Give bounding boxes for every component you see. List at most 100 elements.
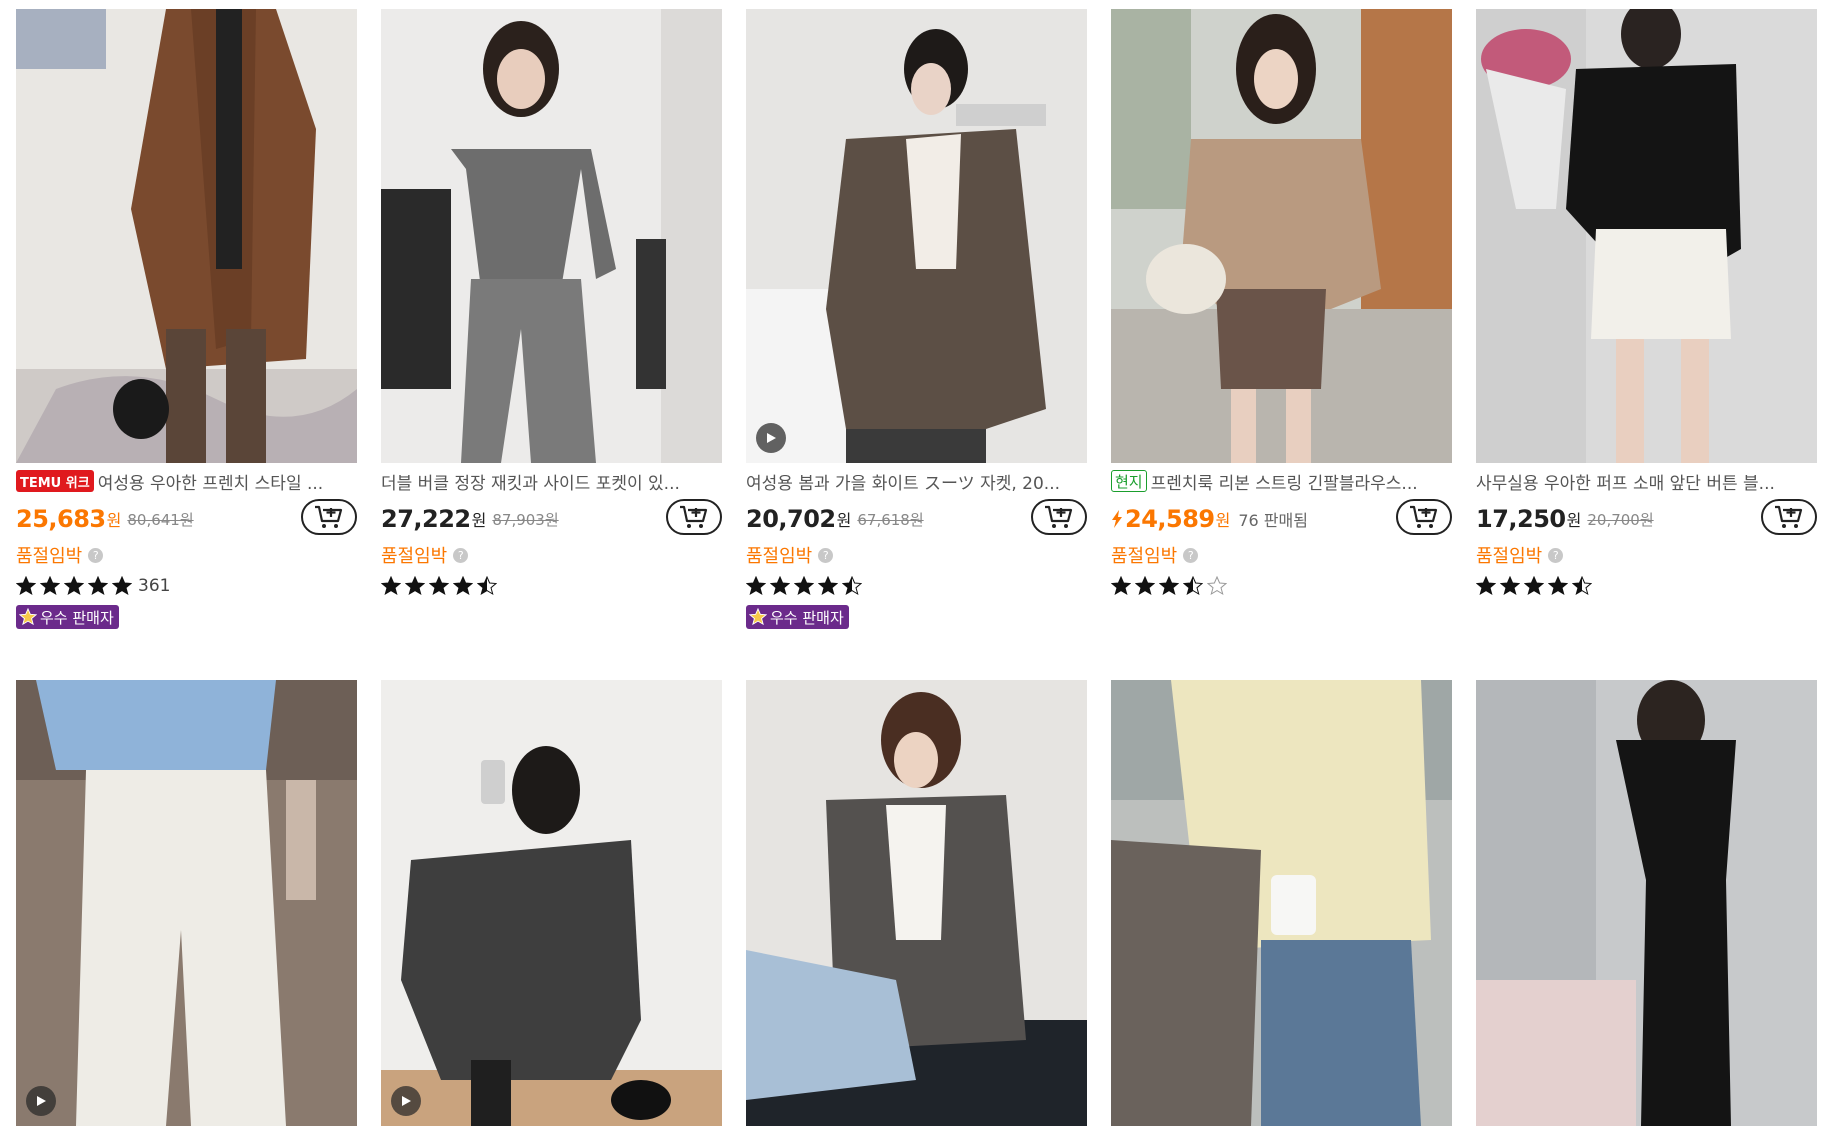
star-icon (1159, 576, 1179, 596)
rating: 361 (16, 571, 357, 601)
price: 25,683 (16, 505, 106, 533)
star-icon (1548, 576, 1568, 596)
review-count: 361 (138, 576, 171, 596)
product-image[interactable] (381, 680, 722, 1126)
original-price: 80,641원 (127, 510, 194, 529)
product-card[interactable]: 여성용 봄과 가을 화이트 スーツ 자켓, 20... 20,702 원 67,… (746, 9, 1087, 630)
product-title[interactable]: 여성용 봄과 가을 화이트 スーツ 자켓, 20... (746, 469, 1087, 494)
top-seller-badge: 우수 판매자 (746, 605, 849, 629)
question-circle-icon[interactable]: ? (818, 547, 834, 563)
star-icon (1476, 576, 1496, 596)
add-to-cart-button[interactable] (666, 499, 722, 535)
lightning-icon (1112, 510, 1122, 528)
star-icon (794, 576, 814, 596)
add-to-cart-button[interactable] (301, 499, 357, 535)
product-card[interactable]: 사무실용 우아한 퍼프 소매 앞단 버튼 블... 17,250 원 20,70… (1476, 9, 1817, 630)
star-icon (746, 576, 766, 596)
question-circle-icon[interactable]: ? (453, 547, 469, 563)
question-circle-icon[interactable]: ? (1183, 547, 1199, 563)
product-card[interactable]: TEMU 위크 여성용 우아한 프렌치 스타일 ... 25,683 원 80,… (16, 9, 357, 630)
price-row: 17,250 원 20,700원 (1476, 497, 1817, 541)
local-badge: 현지 (1111, 470, 1147, 492)
product-image[interactable] (1111, 9, 1452, 463)
product-card[interactable] (746, 680, 1087, 1126)
product-image[interactable] (746, 9, 1087, 463)
product-image[interactable] (1476, 9, 1817, 463)
add-to-cart-button[interactable] (1761, 499, 1817, 535)
price: 20,702 (746, 505, 836, 533)
add-to-cart-icon (1410, 505, 1438, 528)
add-to-cart-button[interactable] (1031, 499, 1087, 535)
product-card[interactable] (1476, 680, 1817, 1126)
product-image[interactable] (16, 9, 357, 463)
add-to-cart-button[interactable] (1396, 499, 1452, 535)
price: 17,250 (1476, 505, 1566, 533)
product-title[interactable]: TEMU 위크 여성용 우아한 프렌치 스타일 ... (16, 469, 357, 493)
stock-status: 품절임박 ? (1476, 541, 1817, 569)
star-badge-icon (749, 608, 767, 626)
play-icon[interactable] (391, 1086, 421, 1116)
star-icon (381, 576, 401, 596)
star-icon (429, 576, 449, 596)
add-to-cart-icon (1045, 505, 1073, 528)
star-icon (1500, 576, 1520, 596)
star-icon (1207, 576, 1227, 596)
product-card[interactable]: 더블 버클 정장 재킷과 사이드 포켓이 있... 27,222 원 87,90… (381, 9, 722, 630)
sold-count: 76 판매됨 (1238, 511, 1308, 530)
star-icon (405, 576, 425, 596)
price: 27,222 (381, 505, 471, 533)
star-icon (818, 576, 838, 596)
question-circle-icon[interactable]: ? (1548, 547, 1564, 563)
star-icon (112, 576, 132, 596)
question-circle-icon[interactable]: ? (88, 547, 104, 563)
top-seller-badge: 우수 판매자 (16, 605, 119, 629)
product-card[interactable]: 현지 프렌치룩 리본 스트링 긴팔블라우스... 24,589 원 76 판매됨… (1111, 9, 1452, 630)
product-image[interactable] (1476, 680, 1817, 1126)
star-icon (1572, 576, 1592, 596)
product-title[interactable]: 현지 프렌치룩 리본 스트링 긴팔블라우스... (1111, 469, 1452, 493)
star-icon (1135, 576, 1155, 596)
play-icon[interactable] (756, 423, 786, 453)
price-row: 27,222 원 87,903원 (381, 497, 722, 541)
currency: 원 (471, 511, 487, 530)
rating (381, 571, 722, 601)
stock-status: 품절임박 ? (1111, 541, 1452, 569)
currency: 원 (1215, 511, 1231, 530)
star-icon (453, 576, 473, 596)
star-icon (40, 576, 60, 596)
original-price: 20,700원 (1587, 510, 1654, 529)
star-icon (477, 576, 497, 596)
product-card[interactable] (381, 680, 722, 1126)
product-grid: TEMU 위크 여성용 우아한 프렌치 스타일 ... 25,683 원 80,… (16, 9, 1819, 1126)
original-price: 87,903원 (492, 510, 559, 529)
star-icon (1183, 576, 1203, 596)
stock-status: 품절임박 ? (746, 541, 1087, 569)
product-card[interactable] (1111, 680, 1452, 1126)
play-icon[interactable] (26, 1086, 56, 1116)
star-icon (64, 576, 84, 596)
currency: 원 (106, 511, 122, 530)
stock-status: 품절임박 ? (16, 541, 357, 569)
temu-week-badge: TEMU 위크 (16, 470, 94, 492)
product-title[interactable]: 더블 버클 정장 재킷과 사이드 포켓이 있... (381, 469, 722, 494)
price: 24,589 (1125, 505, 1215, 533)
star-icon (1111, 576, 1131, 596)
product-title[interactable]: 사무실용 우아한 퍼프 소매 앞단 버튼 블... (1476, 469, 1817, 494)
product-image[interactable] (746, 680, 1087, 1126)
product-image[interactable] (1111, 680, 1452, 1126)
currency: 원 (1566, 511, 1582, 530)
star-icon (16, 576, 36, 596)
original-price: 67,618원 (857, 510, 924, 529)
currency: 원 (836, 511, 852, 530)
product-image[interactable] (16, 680, 357, 1126)
price-row: 25,683 원 80,641원 (16, 497, 357, 541)
add-to-cart-icon (315, 505, 343, 528)
star-icon (88, 576, 108, 596)
price-row: 24,589 원 76 판매됨 (1111, 497, 1452, 541)
star-icon (842, 576, 862, 596)
product-image[interactable] (381, 9, 722, 463)
product-card[interactable] (16, 680, 357, 1126)
add-to-cart-icon (680, 505, 708, 528)
star-badge-icon (19, 608, 37, 626)
price-row: 20,702 원 67,618원 (746, 497, 1087, 541)
